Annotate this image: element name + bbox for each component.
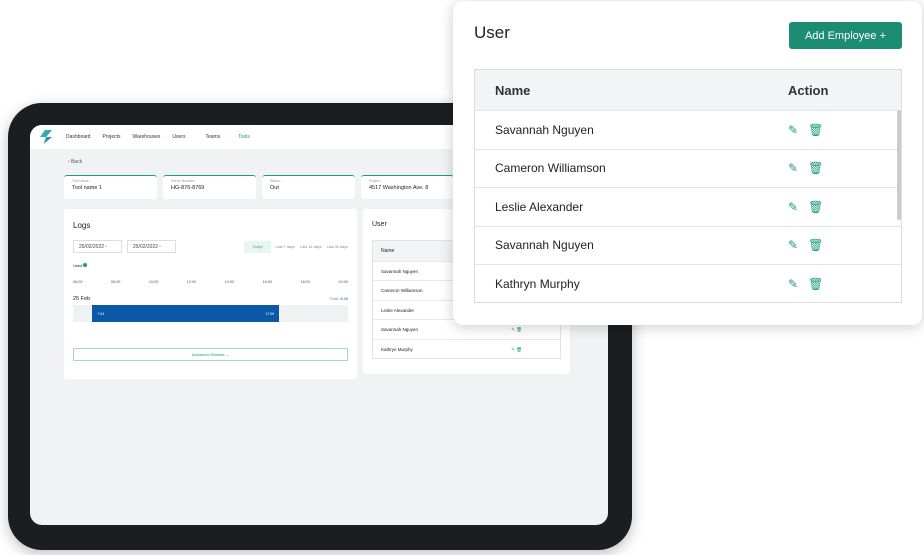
legend-used: Used — [73, 263, 348, 268]
trash-icon[interactable]: 🗑 — [808, 123, 823, 137]
nav-warehouses[interactable]: Warehouses — [133, 134, 161, 140]
filter-30-days[interactable]: Last 30 days — [326, 245, 348, 249]
edit-icon[interactable]: ✎ — [788, 200, 798, 214]
nav-teams[interactable]: Teams — [205, 134, 220, 140]
time-axis: 06:00 08:00 10:00 12:00 14:00 16:00 18:00 20:00 — [73, 280, 348, 284]
usage-bar: 7:04 17:59 — [92, 305, 280, 322]
total-value: 8:45 — [340, 296, 348, 301]
advanced-statistic-button[interactable]: Advanced Statistic ⌄ — [73, 348, 348, 361]
plus-icon: + — [879, 29, 887, 42]
logs-card: Logs 25/02/2022 ▫ 25/02/2022 ▫ Today Las… — [64, 209, 357, 379]
chevron-down-icon: ⌄ — [225, 352, 230, 357]
table-row: Leslie Alexander ✎ 🗑 — [475, 187, 901, 226]
edit-icon[interactable]: ✎ — [788, 161, 798, 175]
add-employee-button[interactable]: Add Employee + — [789, 22, 902, 49]
nav-projects[interactable]: Projects — [102, 134, 120, 140]
info-status: Status: Out — [262, 175, 355, 199]
filter-today[interactable]: Today — [244, 240, 271, 253]
table-row: Kathryn Murphy ✎ 🗑 — [475, 264, 901, 302]
timeline-track: 7:04 17:59 — [73, 305, 348, 322]
filter-7-days[interactable]: Last 7 days — [276, 245, 295, 249]
filter-14-days[interactable]: Last 14 days — [300, 245, 322, 249]
trash-icon[interactable]: 🗑 — [808, 161, 823, 175]
edit-icon[interactable]: ✎ — [788, 277, 798, 291]
trash-icon[interactable]: 🗑 — [808, 238, 823, 252]
table-row: Savannah Nguyen ✎ 🗑 — [475, 110, 901, 149]
date-from-input[interactable]: 25/02/2022 ▫ — [73, 240, 122, 253]
nav-dashboard[interactable]: Dashboard — [66, 134, 90, 140]
trash-icon[interactable]: 🗑 — [808, 200, 823, 214]
user-table: Name Action Savannah Nguyen ✎ 🗑 Cameron Wil… — [474, 69, 902, 303]
logs-title: Logs — [73, 221, 91, 230]
logo-icon — [40, 130, 52, 144]
user-panel: User Add Employee + Name Action Savannah … — [453, 1, 922, 325]
calendar-icon: ▫ — [159, 244, 162, 250]
trash-icon[interactable]: 🗑 — [808, 277, 823, 291]
edit-icon[interactable]: ✎ — [788, 123, 798, 137]
date-to-input[interactable]: 25/02/2022 ▫ — [127, 240, 176, 253]
info-project: Project: 4517 Washington Ave. 8 — [361, 175, 454, 199]
edit-icon[interactable]: ✎ — [788, 238, 798, 252]
table-row: Savannah Nguyen ✎ 🗑 — [475, 225, 901, 265]
calendar-icon: ▫ — [105, 244, 108, 250]
table-row: Cameron Williamson ✎ 🗑 — [475, 148, 901, 188]
scrollbar[interactable] — [897, 110, 901, 220]
day-label: 25 Feb — [73, 296, 91, 302]
info-article-number: Article Number: HG-876-8769 — [163, 175, 256, 199]
nav-tools[interactable]: Tools — [238, 134, 250, 140]
nav-users[interactable]: Users — [172, 134, 185, 140]
info-tool-name: Tool Name: Tool name 1 — [64, 175, 157, 199]
